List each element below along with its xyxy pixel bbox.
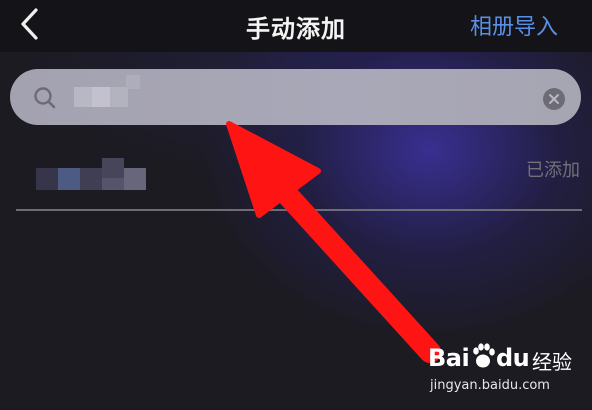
baidu-jingyan-watermark: Bai du 经验 jingyan.baidu.com xyxy=(428,342,578,400)
watermark-url: jingyan.baidu.com xyxy=(430,378,550,393)
watermark-logo-suffix: 经验 xyxy=(532,350,572,374)
baidu-paw-icon xyxy=(473,343,495,368)
watermark-logo-right: du xyxy=(496,344,530,372)
watermark-logo-left: Bai xyxy=(428,344,470,372)
arrow-shaft xyxy=(261,167,441,363)
